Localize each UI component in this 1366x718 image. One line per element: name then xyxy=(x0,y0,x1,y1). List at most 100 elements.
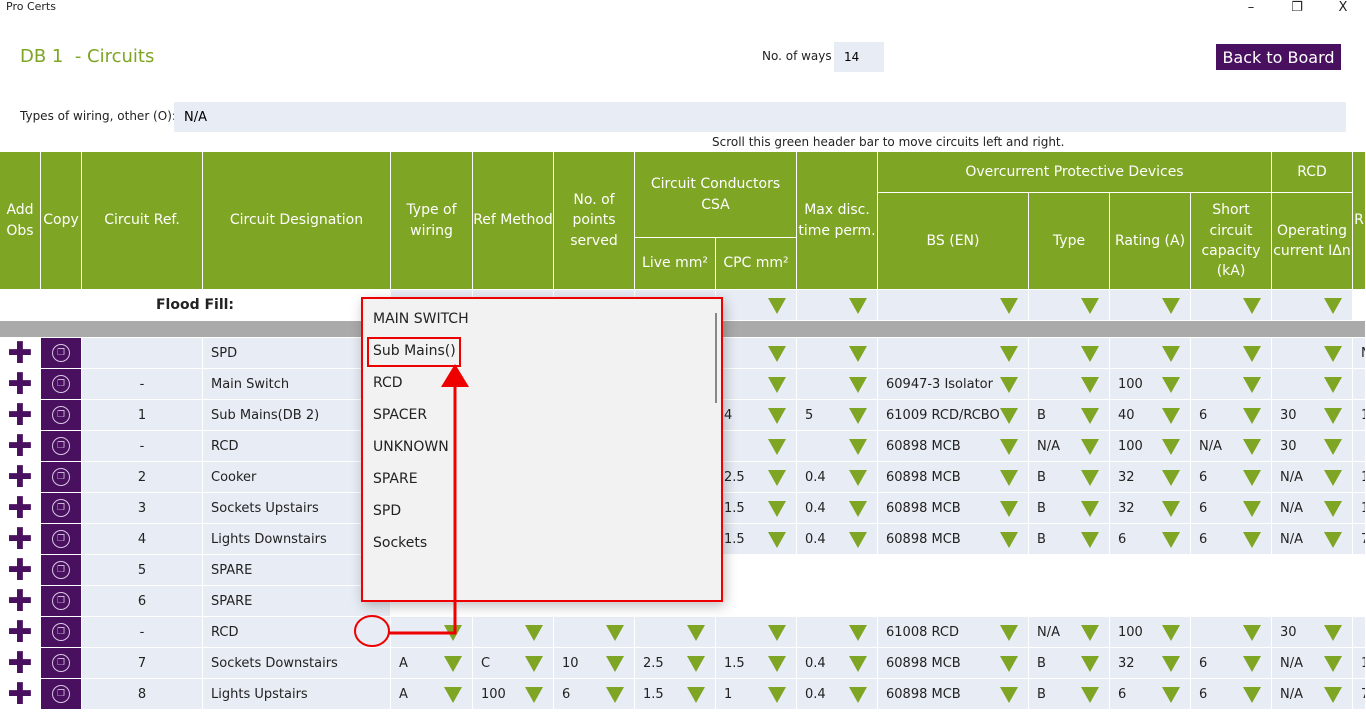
circuit-field[interactable]: 60947-3 Isolator xyxy=(878,369,1029,400)
circuit-field[interactable]: 60898 MCB xyxy=(878,679,1029,710)
dropdown-arrow-icon[interactable] xyxy=(1243,687,1261,703)
dropdown-option[interactable]: SPD xyxy=(373,503,401,519)
copy-button[interactable]: ❐ xyxy=(41,431,81,462)
flood-fill-cell[interactable] xyxy=(1191,290,1272,321)
dropdown-arrow-icon[interactable] xyxy=(525,656,543,672)
circuit-field[interactable] xyxy=(554,617,635,648)
dropdown-arrow-icon[interactable] xyxy=(768,439,786,455)
circuit-field[interactable]: 1 xyxy=(1353,462,1366,493)
dropdown-arrow-icon[interactable] xyxy=(687,656,705,672)
copy-button[interactable]: ❐ xyxy=(41,462,81,493)
circuit-field[interactable]: 61009 RCD/RCBO xyxy=(878,400,1029,431)
circuit-field[interactable]: 40 xyxy=(1110,400,1191,431)
circuit-field[interactable] xyxy=(716,617,797,648)
dropdown-arrow-icon[interactable] xyxy=(1162,346,1180,362)
dropdown-arrow-icon[interactable] xyxy=(849,408,867,424)
dropdown-arrow-icon[interactable] xyxy=(1000,532,1018,548)
add-observation-icon[interactable]: ✚ xyxy=(0,522,40,557)
circuit-field[interactable]: N/A xyxy=(1272,524,1353,555)
circuit-field[interactable]: B xyxy=(1029,679,1110,710)
circuit-field[interactable] xyxy=(1191,617,1272,648)
dropdown-option[interactable]: SPACER xyxy=(373,407,427,423)
circuit-field[interactable]: A xyxy=(391,648,473,679)
add-observation-icon[interactable]: ✚ xyxy=(0,677,40,712)
circuit-field[interactable]: 30 xyxy=(1272,617,1353,648)
flood-fill-cell[interactable] xyxy=(716,290,797,321)
circuit-field[interactable]: B xyxy=(1029,524,1110,555)
dropdown-arrow-icon[interactable] xyxy=(1162,408,1180,424)
dropdown-arrow-icon[interactable] xyxy=(1000,298,1018,314)
dropdown-arrow-icon[interactable] xyxy=(1162,501,1180,517)
circuit-field[interactable]: N/A xyxy=(1029,431,1110,462)
flood-fill-cell[interactable] xyxy=(1272,290,1353,321)
circuit-field[interactable]: 1 xyxy=(1353,648,1366,679)
dropdown-arrow-icon[interactable] xyxy=(1243,408,1261,424)
dropdown-arrow-icon[interactable] xyxy=(1081,408,1099,424)
dropdown-arrow-icon[interactable] xyxy=(1243,439,1261,455)
circuit-field[interactable] xyxy=(797,369,878,400)
dropdown-option[interactable]: RCD xyxy=(373,375,403,391)
copy-button[interactable]: ❐ xyxy=(41,524,81,555)
copy-button[interactable]: ❐ xyxy=(41,369,81,400)
circuit-ref[interactable]: 8 xyxy=(82,679,203,710)
circuit-field[interactable] xyxy=(1353,431,1366,462)
dropdown-arrow-icon[interactable] xyxy=(1162,687,1180,703)
dropdown-arrow-icon[interactable] xyxy=(525,625,543,641)
dropdown-arrow-icon[interactable] xyxy=(444,687,462,703)
circuit-field[interactable]: 2.5 xyxy=(635,648,716,679)
dropdown-arrow-icon[interactable] xyxy=(606,625,624,641)
close-button[interactable]: X xyxy=(1328,0,1358,15)
circuit-field[interactable]: 60898 MCB xyxy=(878,524,1029,555)
circuit-field[interactable]: 100 xyxy=(1110,369,1191,400)
dropdown-arrow-icon[interactable] xyxy=(1324,687,1342,703)
dropdown-arrow-icon[interactable] xyxy=(1000,501,1018,517)
circuit-field[interactable]: 6 xyxy=(1110,679,1191,710)
circuit-field[interactable]: 60898 MCB xyxy=(878,431,1029,462)
dropdown-arrow-icon[interactable] xyxy=(1000,346,1018,362)
dropdown-arrow-icon[interactable] xyxy=(1000,377,1018,393)
circuit-field[interactable]: 60898 MCB xyxy=(878,462,1029,493)
circuit-ref[interactable]: 5 xyxy=(82,555,203,586)
circuit-field[interactable] xyxy=(635,617,716,648)
circuit-field[interactable]: 100 xyxy=(1110,617,1191,648)
circuit-ref[interactable]: 6 xyxy=(82,586,203,617)
dropdown-arrow-icon[interactable] xyxy=(1324,377,1342,393)
circuit-field[interactable] xyxy=(473,617,554,648)
dropdown-arrow-icon[interactable] xyxy=(768,687,786,703)
dropdown-arrow-icon[interactable] xyxy=(1324,408,1342,424)
circuit-field[interactable]: N/A xyxy=(1272,648,1353,679)
add-observation-icon[interactable]: ✚ xyxy=(0,584,40,619)
dropdown-arrow-icon[interactable] xyxy=(1081,439,1099,455)
dropdown-arrow-icon[interactable] xyxy=(1081,625,1099,641)
circuit-field[interactable] xyxy=(878,338,1029,369)
dropdown-arrow-icon[interactable] xyxy=(768,470,786,486)
dropdown-arrow-icon[interactable] xyxy=(768,298,786,314)
circuit-field[interactable] xyxy=(391,617,473,648)
circuit-field[interactable]: 100 xyxy=(473,679,554,710)
circuit-field[interactable] xyxy=(797,431,878,462)
circuit-field[interactable]: 0.4 xyxy=(797,648,878,679)
circuit-field[interactable] xyxy=(1272,369,1353,400)
circuit-ref[interactable]: - xyxy=(82,431,203,462)
dropdown-arrow-icon[interactable] xyxy=(768,346,786,362)
circuit-field[interactable]: 6 xyxy=(1191,493,1272,524)
add-observation-icon[interactable]: ✚ xyxy=(0,553,40,588)
copy-button[interactable]: ❐ xyxy=(41,338,81,369)
circuit-ref[interactable] xyxy=(82,338,203,369)
circuit-ref[interactable]: - xyxy=(82,369,203,400)
circuit-field[interactable]: 61008 RCD xyxy=(878,617,1029,648)
circuit-ref[interactable]: 2 xyxy=(82,462,203,493)
dropdown-arrow-icon[interactable] xyxy=(849,656,867,672)
circuit-field[interactable] xyxy=(1029,369,1110,400)
dropdown-scrollbar[interactable] xyxy=(715,313,717,403)
circuit-field[interactable]: B xyxy=(1029,400,1110,431)
circuit-field[interactable] xyxy=(1272,338,1353,369)
add-observation-icon[interactable]: ✚ xyxy=(0,460,40,495)
circuit-field[interactable]: 100 xyxy=(1110,431,1191,462)
dropdown-arrow-icon[interactable] xyxy=(444,625,462,641)
circuit-field[interactable]: 1 xyxy=(1353,493,1366,524)
circuit-field[interactable]: 7 xyxy=(1353,679,1366,710)
circuit-ref[interactable]: - xyxy=(82,617,203,648)
circuit-field[interactable] xyxy=(797,338,878,369)
circuit-field[interactable]: 4 xyxy=(716,400,797,431)
